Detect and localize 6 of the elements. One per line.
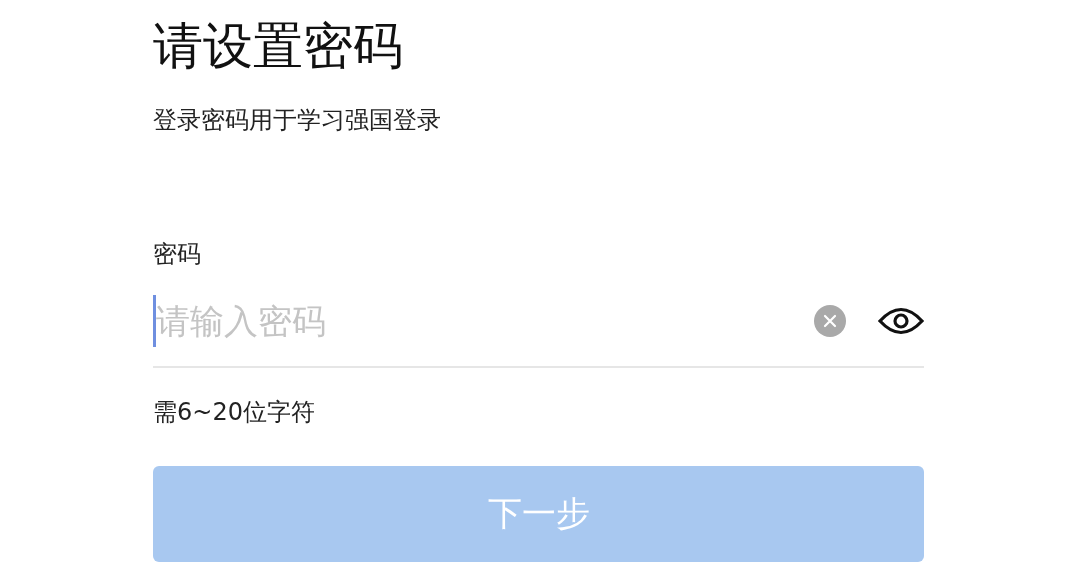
page-title: 请设置密码 bbox=[153, 16, 404, 77]
hint-text: 需6~20位字符 bbox=[153, 397, 316, 428]
field-label: 密码 bbox=[153, 239, 202, 270]
password-field[interactable]: 请输入密码 bbox=[153, 295, 782, 347]
page-subtitle: 登录密码用于学习强国登录 bbox=[153, 105, 442, 136]
eye-icon[interactable] bbox=[878, 306, 924, 336]
